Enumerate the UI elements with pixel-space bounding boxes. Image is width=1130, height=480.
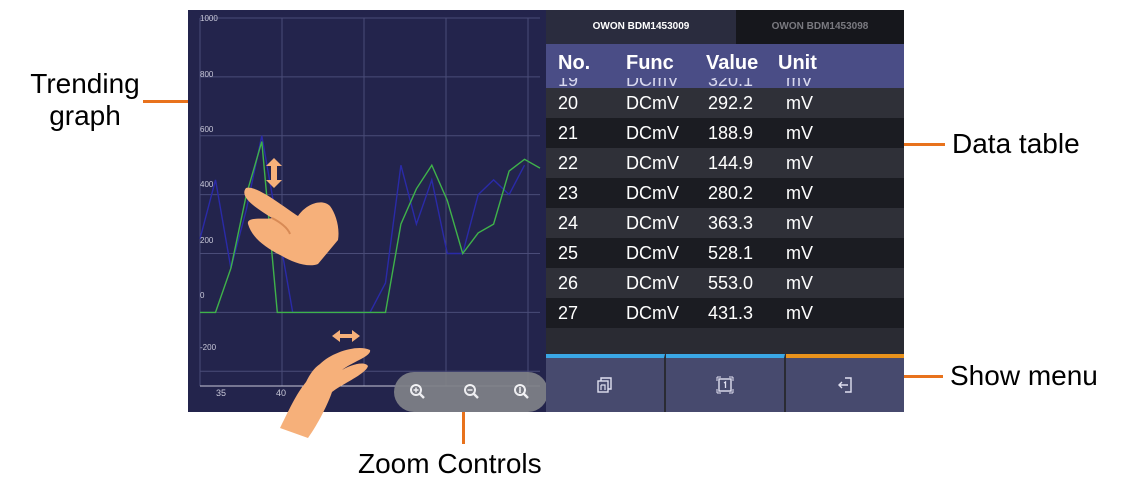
trending-graph-callout-label: Trending graph (30, 68, 140, 132)
y-tick-label: 800 (200, 70, 214, 79)
cell-no: 19 (558, 78, 579, 88)
menu-bar (546, 354, 904, 412)
table-row[interactable]: 22 DCmV 144.9 mV (546, 148, 904, 178)
trending-label-line1: Trending (30, 68, 140, 99)
cell-value: 320.1 (708, 78, 754, 88)
header-value: Value (706, 52, 759, 74)
tab-device-1[interactable]: OWON BDM1453009 (546, 10, 736, 44)
data-table-callout-label: Data table (952, 128, 1080, 159)
table-row[interactable]: 27 DCmV 431.3 mV (546, 298, 904, 328)
cell-func: DCmV (626, 153, 679, 173)
cell-func: DCmV (626, 123, 679, 143)
device-screen: 1000 800 600 400 200 0 -200 35 40 60 (188, 10, 904, 438)
device-tabs: OWON BDM1453009 OWON BDM1453098 (546, 10, 904, 44)
table-row[interactable]: 23 DCmV 280.2 mV (546, 178, 904, 208)
show-menu-button[interactable] (786, 354, 904, 412)
trending-graph[interactable]: 1000 800 600 400 200 0 -200 35 40 60 (188, 10, 548, 438)
zoom-out-button[interactable] (462, 382, 480, 400)
table-body[interactable]: 20 DCmV 292.2 mV 21 DCmV 188.9 mV 22 DCm… (546, 88, 904, 328)
table-row-partial: 19 DCmV 320.1 mV (546, 78, 904, 88)
cell-func: DCmV (626, 93, 679, 113)
cell-func: DCmV (626, 183, 679, 203)
y-tick-label: 1000 (200, 14, 218, 23)
cell-func: DCmV (626, 273, 679, 293)
cell-no: 25 (558, 243, 579, 263)
cell-unit: mV (786, 183, 813, 203)
cell-unit: mV (786, 123, 813, 143)
zoom-in-button[interactable] (408, 382, 426, 400)
zoom-reset-icon (514, 384, 529, 399)
cell-value: 144.9 (708, 153, 754, 173)
table-row[interactable]: 24 DCmV 363.3 mV (546, 208, 904, 238)
cell-unit: mV (786, 78, 813, 88)
cell-func: DCmV (626, 213, 679, 233)
cell-no: 24 (558, 213, 579, 233)
cell-unit: mV (786, 153, 813, 173)
zoom-controls (394, 372, 548, 412)
cell-no: 20 (558, 93, 579, 113)
pinch-horizontal-hand-icon (280, 330, 371, 438)
cell-func: DCmV (626, 303, 679, 323)
cell-unit: mV (786, 243, 813, 263)
cell-no: 23 (558, 183, 579, 203)
cell-value: 280.2 (708, 183, 754, 203)
cell-unit: mV (786, 303, 813, 323)
table-row[interactable]: 25 DCmV 528.1 mV (546, 238, 904, 268)
cell-no: 21 (558, 123, 579, 143)
cell-no: 22 (558, 153, 579, 173)
y-tick-label: -200 (200, 343, 217, 352)
zoom-out-icon (464, 384, 479, 399)
show-menu-callout-label: Show menu (950, 360, 1098, 391)
cell-value: 528.1 (708, 243, 754, 263)
single-device-button[interactable] (666, 354, 785, 412)
zoom-in-icon (410, 384, 425, 399)
y-tick-label: 200 (200, 236, 214, 245)
table-row[interactable]: 20 DCmV 292.2 mV (546, 88, 904, 118)
exit-icon (838, 377, 852, 393)
single-device-icon (716, 376, 734, 394)
cell-no: 26 (558, 273, 579, 293)
cell-value: 363.3 (708, 213, 754, 233)
cell-value: 292.2 (708, 93, 754, 113)
table-row[interactable]: 26 DCmV 553.0 mV (546, 268, 904, 298)
header-func: Func (626, 52, 674, 74)
table-header: No. Func Value Unit (546, 44, 904, 78)
pinch-vertical-hand-icon (244, 158, 339, 266)
y-tick-label: 400 (200, 180, 214, 189)
cell-value: 188.9 (708, 123, 754, 143)
multi-device-button[interactable] (546, 354, 665, 412)
y-tick-label: 600 (200, 125, 214, 134)
zoom-controls-callout-label: Zoom Controls (358, 448, 542, 479)
cell-value: 553.0 (708, 273, 754, 293)
cell-unit: mV (786, 273, 813, 293)
data-table-panel: OWON BDM1453009 OWON BDM1453098 No. Func… (546, 10, 904, 412)
cell-unit: mV (786, 93, 813, 113)
trending-label-line2: graph (49, 100, 121, 131)
cell-value: 431.3 (708, 303, 754, 323)
tab-device-2[interactable]: OWON BDM1453098 (736, 10, 904, 44)
zoom-reset-button[interactable] (512, 382, 530, 400)
header-unit: Unit (778, 52, 817, 74)
multi-device-icon (597, 377, 612, 393)
x-tick-label: 35 (216, 388, 227, 398)
header-no: No. (558, 52, 591, 74)
cell-func: DCmV (626, 78, 679, 88)
cell-func: DCmV (626, 243, 679, 263)
cell-unit: mV (786, 213, 813, 233)
y-tick-label: 0 (200, 291, 205, 300)
table-row[interactable]: 21 DCmV 188.9 mV (546, 118, 904, 148)
cell-no: 27 (558, 303, 579, 323)
